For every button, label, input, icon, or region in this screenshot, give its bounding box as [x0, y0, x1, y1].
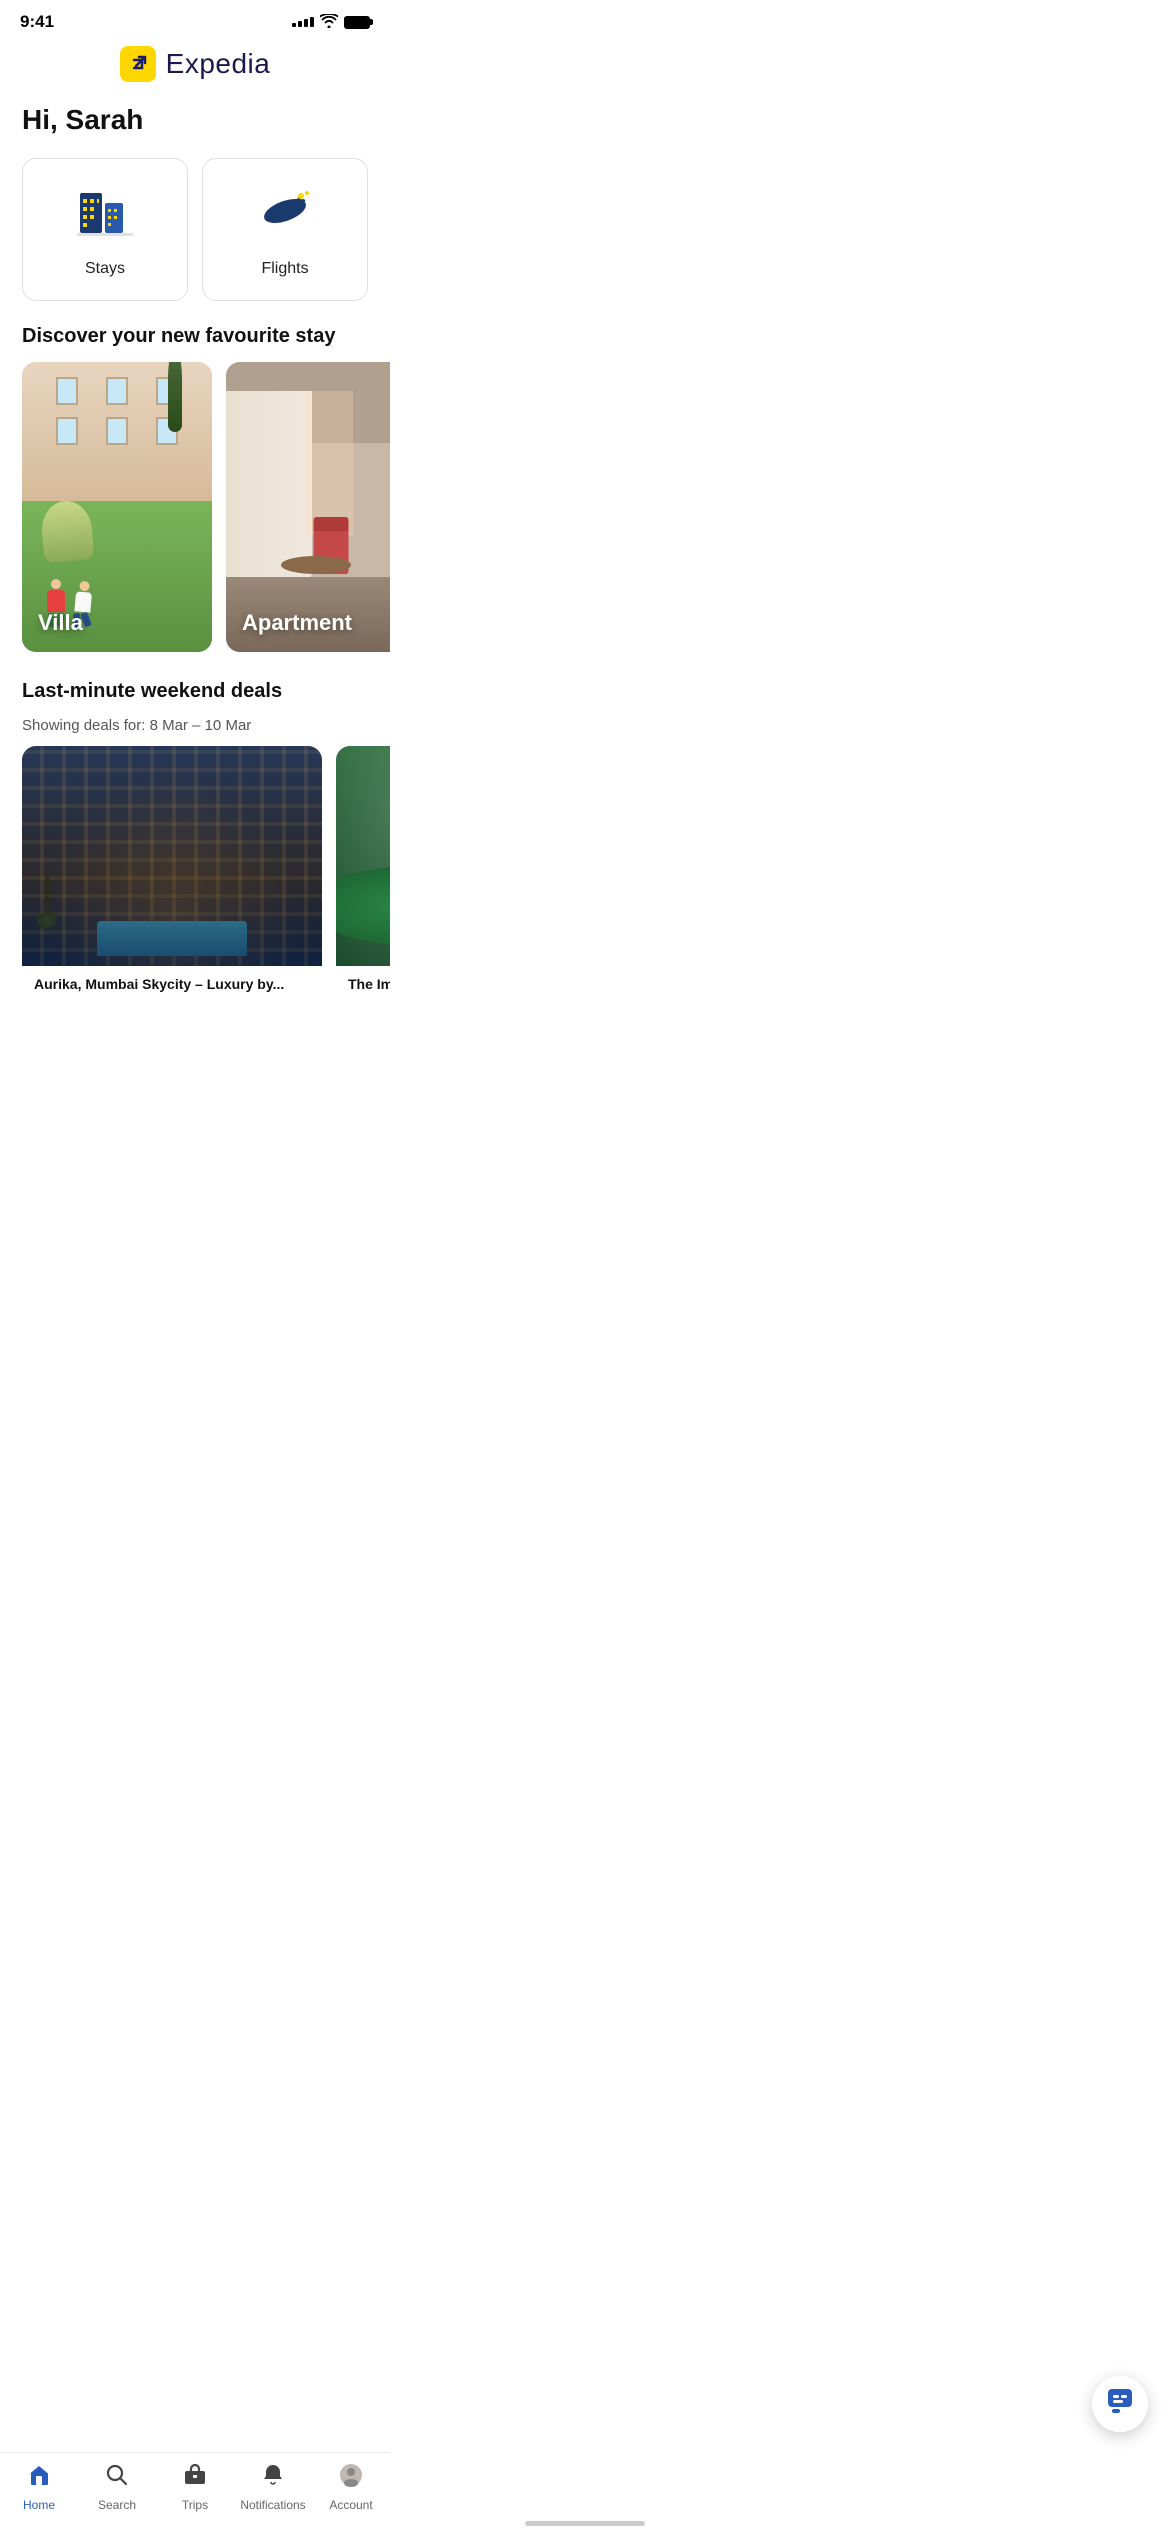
chat-icon [1106, 2387, 1134, 2422]
wifi-icon [320, 14, 338, 31]
category-cards-container: Stays Flights [0, 154, 390, 321]
signal-bars-icon [292, 17, 314, 27]
greeting-text: Hi, Sarah [0, 94, 390, 154]
flights-icon [255, 181, 315, 248]
deals-section-title: Last-minute weekend deals [0, 676, 390, 717]
status-bar: 9:41 [0, 0, 390, 38]
nav-trips[interactable]: Trips [156, 2463, 234, 2512]
expedia-logo-icon [120, 46, 156, 82]
search-icon [105, 2463, 129, 2494]
stays-card[interactable]: Stays [22, 158, 188, 301]
aurika-deal-name: Aurika, Mumbai Skycity – Luxury by... [22, 966, 322, 998]
notifications-icon [261, 2463, 285, 2494]
chat-fab-button[interactable] [1092, 2376, 1148, 2432]
bottom-nav: Home Search Trips Notifications [0, 2452, 390, 2532]
status-icons [292, 14, 370, 31]
account-icon [339, 2463, 363, 2494]
discover-section-title: Discover your new favourite stay [0, 321, 390, 362]
villa-card[interactable]: Villa [22, 362, 212, 652]
nav-search[interactable]: Search [78, 2463, 156, 2512]
stays-icon [75, 181, 135, 248]
status-time: 9:41 [20, 12, 54, 32]
aurika-deal-card[interactable]: // We'll do this via CSS instead [22, 746, 322, 998]
second-deal-card[interactable]: The Imr... [336, 746, 390, 998]
trips-icon [183, 2463, 207, 2494]
apartment-card[interactable]: Apartment [226, 362, 390, 652]
second-deal-name: The Imr... [336, 966, 390, 998]
flights-card[interactable]: Flights [202, 158, 368, 301]
search-nav-label: Search [98, 2498, 136, 2512]
home-icon [27, 2463, 51, 2494]
home-indicator [525, 2521, 645, 2526]
account-nav-label: Account [329, 2498, 372, 2512]
nav-account[interactable]: Account [312, 2463, 390, 2512]
app-header: Expedia [0, 38, 390, 94]
stays-label: Stays [85, 260, 125, 278]
app-name: Expedia [166, 48, 271, 80]
trips-nav-label: Trips [182, 2498, 208, 2512]
notifications-nav-label: Notifications [240, 2498, 305, 2512]
battery-icon [344, 16, 370, 29]
home-nav-label: Home [23, 2498, 55, 2512]
villa-label: Villa [38, 610, 83, 636]
deals-subtitle: Showing deals for: 8 Mar – 10 Mar [0, 717, 390, 746]
flights-label: Flights [261, 260, 308, 278]
nav-home[interactable]: Home [0, 2463, 78, 2512]
apartment-label: Apartment [242, 610, 352, 636]
discover-cards-scroll: Villa [0, 362, 390, 676]
nav-notifications[interactable]: Notifications [234, 2463, 312, 2512]
deals-cards-scroll: // We'll do this via CSS instead [0, 746, 390, 1022]
